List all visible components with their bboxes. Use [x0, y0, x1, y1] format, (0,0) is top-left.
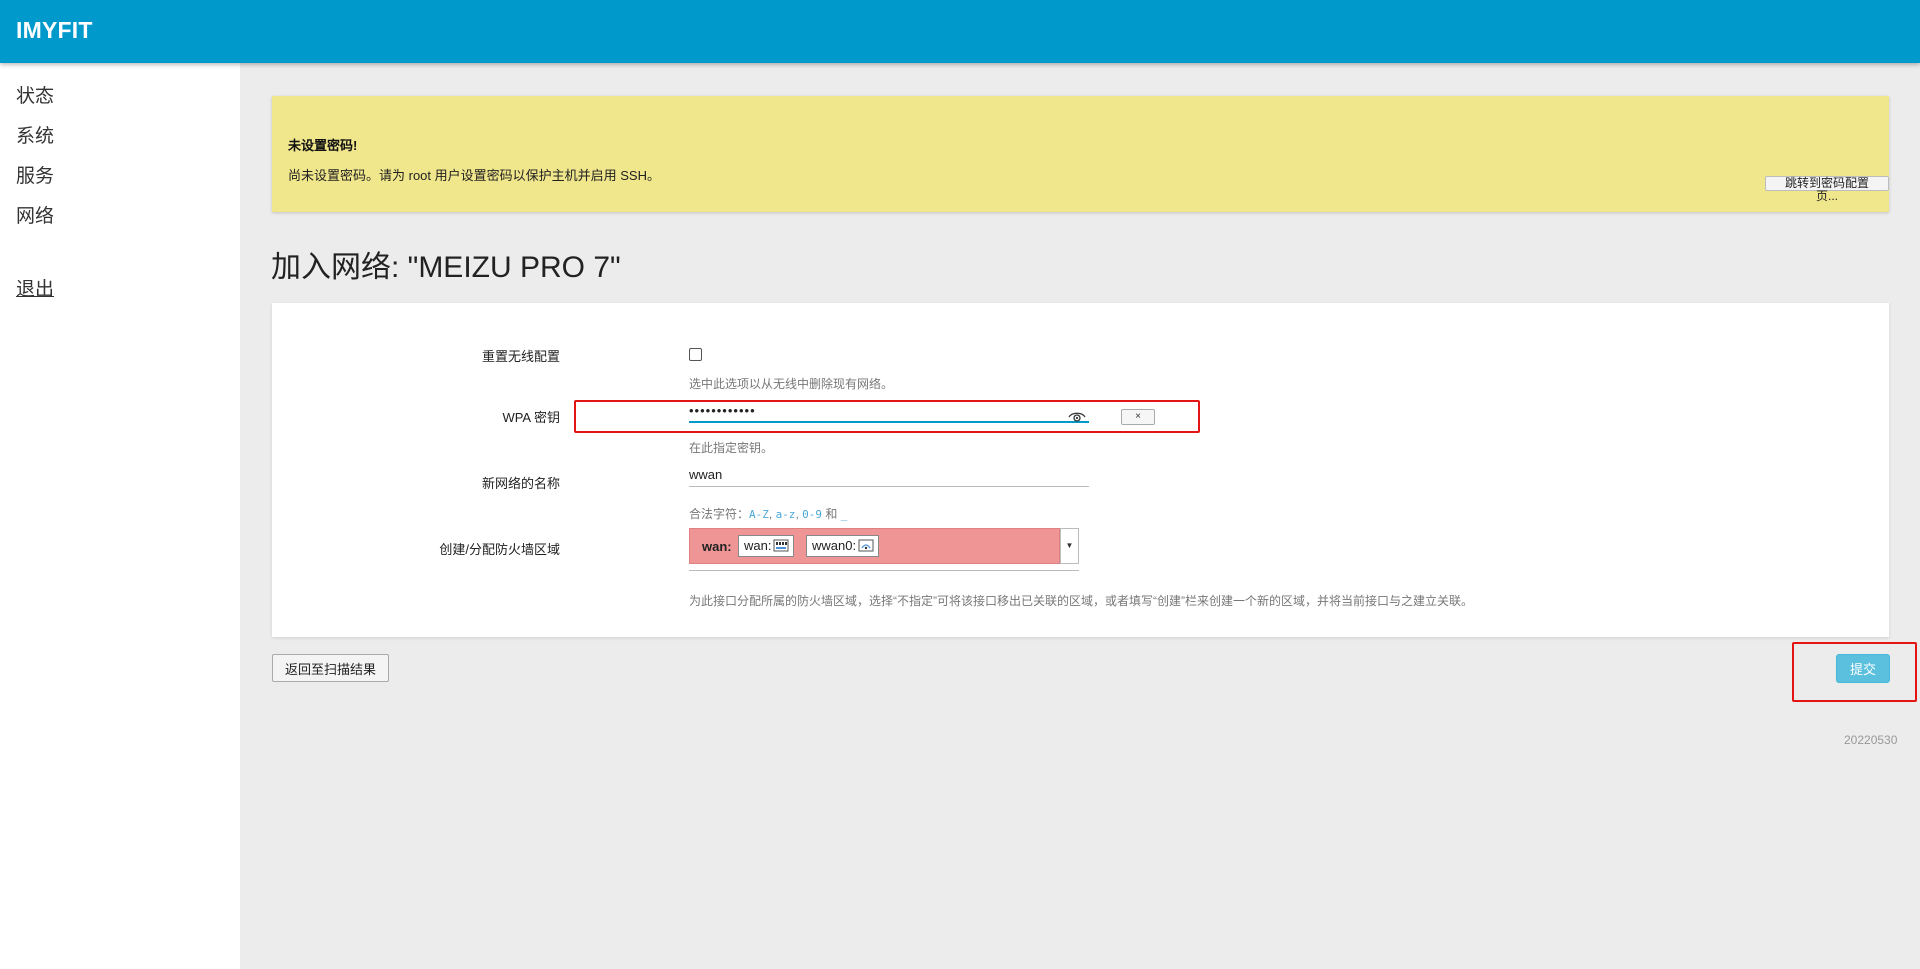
submit-button[interactable]: 提交	[1836, 654, 1890, 683]
valid-chars-and: 和	[821, 507, 841, 521]
valid-chars-lowercase: a-z	[775, 508, 796, 521]
top-header: IMYFIT	[0, 0, 1920, 63]
sidebar-item-status[interactable]: 状态	[16, 81, 54, 108]
sidebar: 状态 系统 服务 网络 退出	[0, 63, 240, 969]
valid-chars-digits: 0-9	[802, 508, 822, 521]
network-port-icon	[773, 539, 789, 552]
eye-icon[interactable]	[1068, 411, 1086, 423]
sidebar-item-logout[interactable]: 退出	[16, 274, 54, 301]
network-name-label: 新网络的名称	[481, 476, 560, 491]
back-to-scan-button[interactable]: 返回至扫描结果	[272, 654, 390, 682]
valid-chars-underscore: _	[840, 508, 848, 521]
firewall-zone-select[interactable]: wan: wan: wwan0:	[689, 528, 1060, 564]
wireless-icon	[858, 539, 874, 552]
network-name-help: 合法字符：A-Z, a-z, 0-9 和 _	[689, 505, 847, 522]
main-content: 未设置密码! 尚未设置密码。请为 root 用户设置密码以保护主机并启用 SSH…	[240, 63, 1920, 969]
zone-chip-wwan0-label: wwan0:	[812, 538, 857, 553]
reset-wireless-help: 选中此选项以从无线中删除现有网络。	[689, 377, 894, 391]
sidebar-item-network[interactable]: 网络	[16, 201, 54, 228]
sidebar-item-system[interactable]: 系统	[16, 121, 54, 148]
reset-wireless-checkbox[interactable]	[689, 348, 702, 361]
firewall-zone-help: 为此接口分配所属的防火墙区域，选择“不指定”可将该接口移出已关联的区域，或者填写…	[689, 594, 1473, 608]
version-footer: 20220530	[1844, 733, 1898, 747]
sidebar-item-services[interactable]: 服务	[16, 161, 54, 188]
join-network-form: 重置无线配置 选中此选项以从无线中删除现有网络。 WPA 密钥 × 在此指定密钥…	[272, 303, 1889, 637]
no-password-alert: 未设置密码! 尚未设置密码。请为 root 用户设置密码以保护主机并启用 SSH…	[272, 96, 1889, 212]
network-name-input[interactable]	[689, 463, 1089, 487]
zone-chip-wan: wan:	[738, 535, 795, 557]
zone-name: wan:	[702, 539, 732, 554]
brand-logo[interactable]: IMYFIT	[16, 17, 93, 44]
wpa-key-input[interactable]	[689, 399, 1089, 423]
goto-password-button[interactable]: 跳转到密码配置页...	[1765, 176, 1889, 203]
alert-text: 尚未设置密码。请为 root 用户设置密码以保护主机并启用 SSH。	[288, 168, 660, 183]
alert-title: 未设置密码!	[288, 138, 358, 153]
valid-chars-uppercase: A-Z	[749, 508, 769, 521]
wpa-key-help: 在此指定密钥。	[689, 441, 774, 455]
reset-wireless-label: 重置无线配置	[481, 349, 560, 364]
wpa-key-label: WPA 密钥	[502, 410, 560, 425]
zone-chip-wan-label: wan:	[744, 538, 772, 553]
page-title: 加入网络: "MEIZU PRO 7"	[271, 251, 621, 284]
zone-chip-wwan0: wwan0:	[806, 535, 880, 557]
chevron-down-icon[interactable]: ▼	[1060, 528, 1079, 564]
firewall-zone-label: 创建/分配防火墙区域	[439, 542, 560, 557]
valid-chars-prefix: 合法字符：	[689, 507, 750, 521]
valid-chars-sep-1: ,	[768, 507, 776, 521]
clear-password-button[interactable]: ×	[1121, 409, 1155, 425]
zone-underline	[689, 570, 1079, 571]
